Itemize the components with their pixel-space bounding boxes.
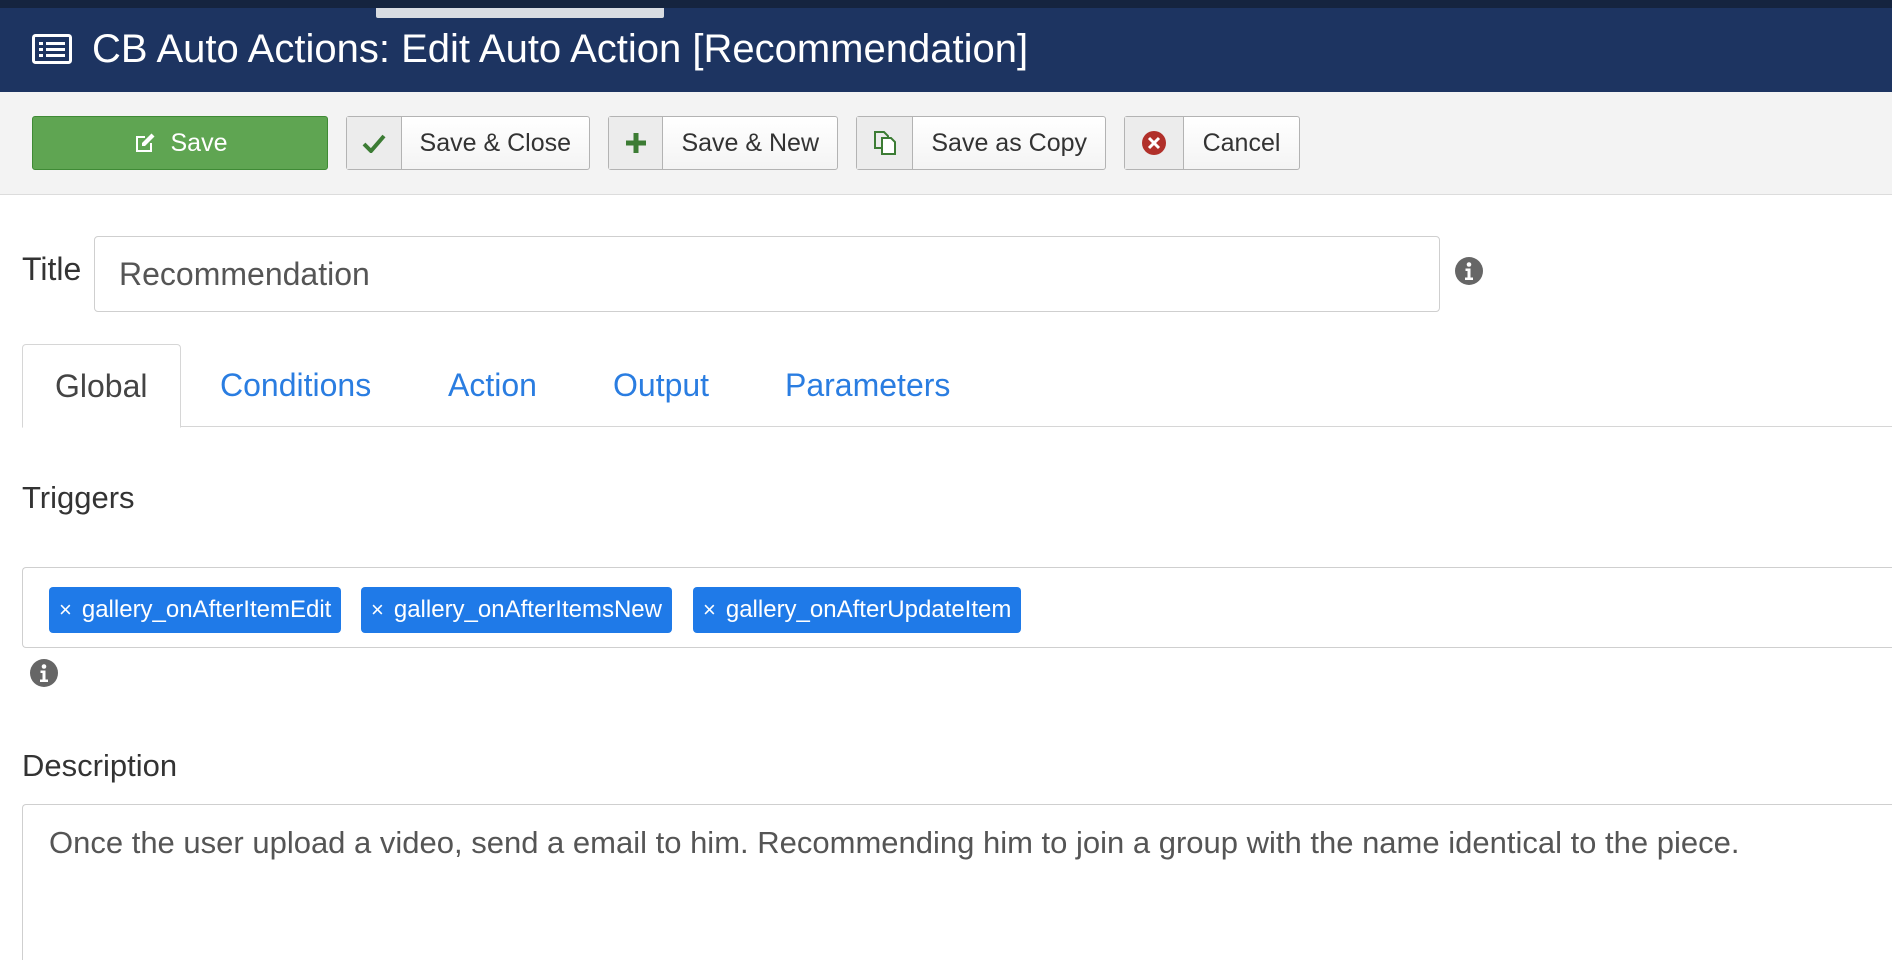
- title-info-icon[interactable]: [1454, 256, 1484, 286]
- trigger-tag: × gallery_onAfterItemsNew: [361, 587, 672, 633]
- remove-tag-icon[interactable]: ×: [59, 587, 72, 633]
- save-copy-label: Save as Copy: [931, 128, 1087, 157]
- save-close-button[interactable]: Save & Close: [346, 116, 590, 170]
- cancel-circle-icon: [1142, 131, 1166, 155]
- copy-icon: [873, 131, 896, 155]
- save-button-label: Save: [170, 128, 228, 157]
- page-title: CB Auto Actions: Edit Auto Action [Recom…: [92, 27, 1029, 71]
- tab-bar: Global Conditions Action Output Paramete…: [22, 344, 1892, 428]
- save-new-button[interactable]: Save & New: [608, 116, 838, 170]
- trigger-tag-label: gallery_onAfterItemEdit: [81, 596, 332, 623]
- edit-icon: [135, 133, 154, 152]
- tab-global[interactable]: Global: [22, 344, 181, 428]
- remove-tag-icon[interactable]: ×: [371, 587, 384, 633]
- remove-tag-icon[interactable]: ×: [703, 587, 716, 633]
- title-input[interactable]: [94, 236, 1440, 312]
- page-header: CB Auto Actions: Edit Auto Action [Recom…: [0, 0, 1892, 92]
- list-icon: [32, 34, 72, 64]
- description-label: Description: [22, 748, 178, 783]
- trigger-tag-label: gallery_onAfterItemsNew: [393, 596, 662, 623]
- trigger-tag: × gallery_onAfterUpdateItem: [693, 587, 1022, 633]
- description-textarea[interactable]: Once the user upload a video, send a ema…: [22, 804, 1892, 960]
- trigger-tag: × gallery_onAfterItemEdit: [49, 587, 342, 633]
- cancel-button[interactable]: Cancel: [1124, 116, 1300, 170]
- save-copy-button[interactable]: Save as Copy: [856, 116, 1106, 170]
- save-new-label: Save & New: [681, 128, 819, 157]
- cancel-label: Cancel: [1202, 128, 1281, 157]
- triggers-info-icon[interactable]: [29, 658, 59, 688]
- triggers-label: Triggers: [22, 480, 135, 515]
- tab-action[interactable]: Action: [448, 344, 537, 427]
- trigger-tag-label: gallery_onAfterUpdateItem: [725, 596, 1012, 623]
- save-close-label: Save & Close: [419, 128, 571, 157]
- tab-output[interactable]: Output: [613, 344, 709, 427]
- triggers-input[interactable]: × gallery_onAfterItemEdit × gallery_onAf…: [22, 567, 1892, 648]
- plus-icon: [625, 133, 646, 153]
- toolbar: Save Save & Close Save & New Save as Cop…: [0, 92, 1892, 195]
- tab-parameters[interactable]: Parameters: [785, 344, 950, 427]
- title-label: Title: [22, 251, 82, 287]
- save-button[interactable]: Save: [32, 116, 328, 170]
- tab-conditions[interactable]: Conditions: [220, 344, 371, 427]
- url-tooltip: [376, 8, 664, 18]
- checkmark-icon: [362, 134, 386, 153]
